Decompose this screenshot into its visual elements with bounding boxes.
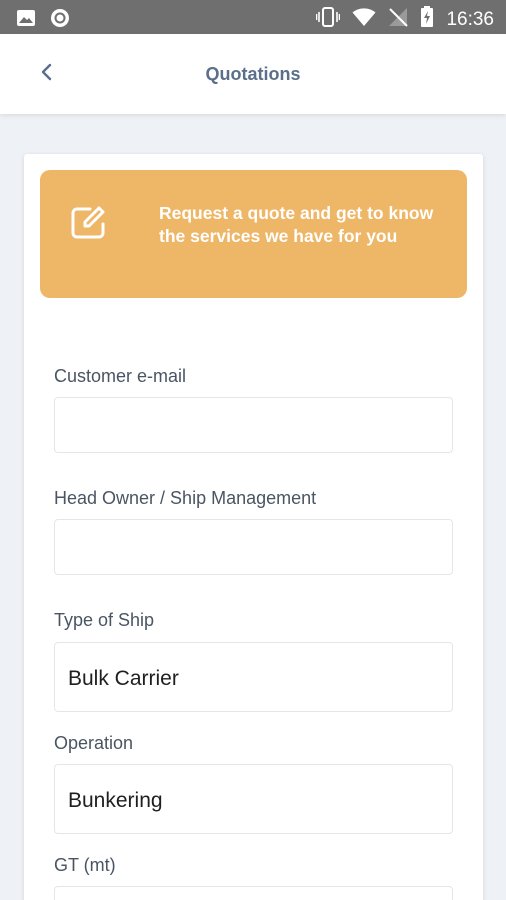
status-bar: 16:36 bbox=[0, 0, 506, 34]
circle-icon bbox=[50, 8, 70, 33]
page-title: Quotations bbox=[205, 64, 301, 84]
type-of-ship-value: Bulk Carrier bbox=[68, 667, 179, 690]
edit-icon bbox=[68, 202, 112, 247]
quotation-form-card: Request a quote and get to know the serv… bbox=[24, 154, 483, 900]
operation-select[interactable]: Bunkering bbox=[54, 764, 453, 834]
type-of-ship-label: Type of Ship bbox=[54, 610, 155, 630]
no-signal-icon bbox=[388, 7, 409, 32]
status-time: 16:36 bbox=[446, 8, 494, 30]
app-bar: Quotations bbox=[0, 34, 506, 114]
quote-banner: Request a quote and get to know the serv… bbox=[40, 170, 467, 298]
gt-label: GT (mt) bbox=[54, 855, 116, 875]
type-of-ship-select[interactable]: Bulk Carrier bbox=[54, 642, 453, 712]
head-owner-field[interactable] bbox=[54, 519, 453, 575]
status-bar-left bbox=[16, 8, 70, 33]
banner-text: Request a quote and get to know the serv… bbox=[159, 203, 434, 246]
operation-value: Bunkering bbox=[68, 789, 163, 812]
wifi-icon bbox=[352, 7, 376, 32]
status-bar-right: 16:36 bbox=[316, 6, 494, 33]
customer-email-label: Customer e-mail bbox=[54, 366, 187, 386]
head-owner-label: Head Owner / Ship Management bbox=[54, 488, 317, 508]
vibrate-icon bbox=[316, 7, 341, 32]
customer-email-field[interactable] bbox=[54, 397, 453, 453]
operation-label: Operation bbox=[54, 733, 134, 753]
image-icon bbox=[16, 9, 36, 32]
gt-field[interactable] bbox=[54, 886, 453, 900]
battery-charging-icon bbox=[420, 6, 434, 33]
